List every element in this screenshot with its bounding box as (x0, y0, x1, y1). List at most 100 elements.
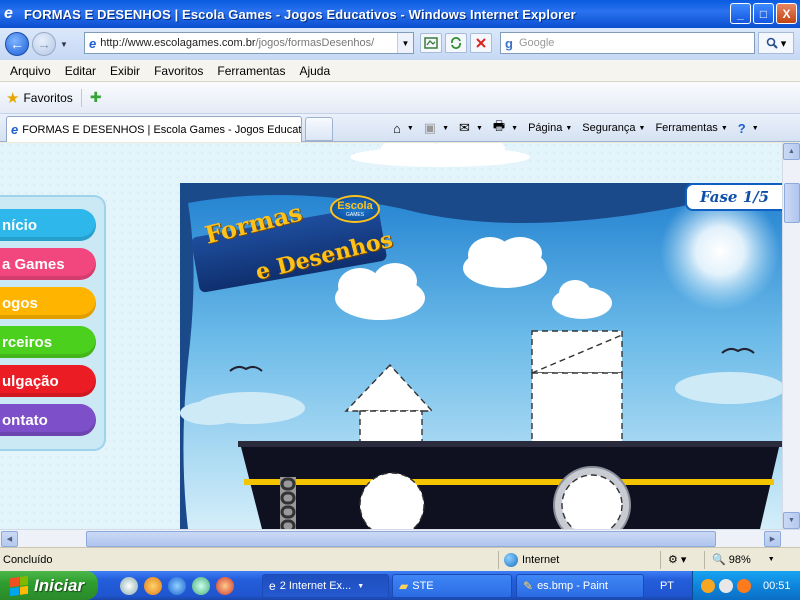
zoom-control[interactable]: 🔍 98% ▼ (712, 553, 775, 567)
tray-network-icon[interactable] (701, 578, 715, 593)
ie-logo-icon: e (4, 5, 13, 22)
status-bar: Concluído Internet ⚙ ▾ 🔍 98% ▼ (0, 547, 800, 571)
phase-indicator: Fase 1/5 (685, 183, 782, 211)
quicklaunch-firefox-icon[interactable] (216, 577, 234, 595)
side-menu-parceiros[interactable]: rceiros (0, 326, 96, 358)
shape-target-rectangle-top[interactable] (531, 330, 623, 374)
search-input[interactable]: g Google (500, 32, 755, 54)
favorites-separator (80, 88, 82, 107)
horizontal-scroll-thumb[interactable] (86, 531, 716, 547)
side-menu-jogos[interactable]: ogos (0, 287, 96, 319)
address-bar[interactable]: e http://www.escolagames.com.br/jogos/fo… (84, 32, 414, 54)
tab-ie-icon: e (11, 122, 19, 137)
help-button[interactable]: ? ▼ (733, 118, 764, 138)
anchor-chain (280, 477, 296, 529)
taskbar-paint[interactable]: ✎ es.bmp - Paint (516, 574, 644, 598)
folder-icon: ▰ (399, 579, 409, 593)
globe-icon (504, 552, 518, 567)
forward-button[interactable]: → (32, 32, 56, 56)
mail-button[interactable]: ✉ ▼ (454, 118, 488, 138)
menu-arquivo[interactable]: Arquivo (3, 64, 58, 78)
feeds-button[interactable]: ▣ ▼ (419, 118, 454, 138)
tray-volume-icon[interactable] (719, 578, 733, 593)
horizontal-scrollbar[interactable]: ◀ ▶ (0, 529, 800, 547)
rss-icon: ▣ (423, 120, 437, 135)
scroll-right-button[interactable]: ▶ (764, 531, 781, 547)
page-favicon-icon: e (89, 35, 97, 51)
side-menu-inicio[interactable]: nício (0, 209, 96, 241)
scroll-down-button[interactable]: ▼ (783, 512, 800, 529)
status-divider (704, 551, 705, 569)
menu-bar: Arquivo Editar Exibir Favoritos Ferramen… (0, 60, 800, 82)
refresh-icon[interactable] (445, 33, 467, 53)
zoom-icon: 🔍 (712, 554, 726, 566)
menu-ferramentas[interactable]: Ferramentas (210, 64, 292, 78)
side-menu: nício a Games ogos rceiros ulgação ontat… (0, 209, 96, 443)
menu-ajuda[interactable]: Ajuda (292, 64, 337, 78)
printer-icon: 🖶 (492, 118, 506, 133)
tab-row: e FORMAS E DESENHOS | Escola Games - Jog… (0, 114, 800, 142)
favorites-star-icon[interactable]: ★ (6, 89, 19, 107)
address-dropdown-icon[interactable]: ▼ (397, 33, 413, 53)
back-button[interactable]: ← (5, 32, 29, 56)
favorites-button[interactable]: Favoritos (23, 91, 72, 105)
minimize-button[interactable]: _ (730, 3, 751, 24)
close-button[interactable]: X (776, 3, 797, 24)
command-bar: ⌂ ▼ ▣ ▼ ✉ ▼ 🖶 ▼ Página ▼ Segurança ▼ Ferrament… (388, 118, 764, 138)
security-zone[interactable]: Internet (504, 552, 559, 567)
taskbar: Iniciar e2 Internet Ex... ▼ ▰ STE ✎ es.bmp … (0, 571, 800, 600)
scroll-left-button[interactable]: ◀ (1, 531, 18, 547)
quicklaunch-app-icon[interactable] (192, 577, 210, 595)
compatibility-view-icon[interactable] (420, 33, 442, 53)
start-button[interactable]: Iniciar (0, 571, 98, 600)
shape-target-rectangle[interactable] (531, 372, 623, 452)
side-menu-divulgacao[interactable]: ulgação (0, 365, 96, 397)
page-content: Formas e Desenhos Escola GAMES Fase 1/5 … (0, 143, 782, 529)
vertical-scroll-thumb[interactable] (784, 183, 800, 223)
quicklaunch-mail-icon[interactable] (144, 577, 162, 595)
paint-icon: ✎ (523, 579, 534, 593)
tab-formas-desenhos[interactable]: e FORMAS E DESENHOS | Escola Games - Jog… (6, 116, 302, 142)
side-menu-contato[interactable]: ontato (0, 404, 96, 436)
address-toolbar: ← → ▼ e http://www.escolagames.com.br/jo… (0, 28, 800, 60)
windows-flag-icon (10, 575, 28, 596)
protected-mode-icon[interactable]: ⚙ ▾ (668, 553, 686, 566)
taskbar-ste-folder[interactable]: ▰ STE (392, 574, 512, 598)
status-divider (498, 551, 499, 569)
game-scene (0, 143, 782, 529)
scroll-up-button[interactable]: ▲ (783, 143, 800, 160)
menu-editar[interactable]: Editar (58, 64, 103, 78)
white-cloud (463, 237, 547, 288)
game-logo: Formas e Desenhos Escola GAMES (190, 195, 395, 294)
taskbar-internet-explorer[interactable]: e2 Internet Ex... ▼ (262, 574, 389, 598)
menu-exibir[interactable]: Exibir (103, 64, 147, 78)
search-button[interactable]: ▾ (758, 32, 794, 54)
print-button[interactable]: 🖶 ▼ (488, 118, 523, 138)
page-menu[interactable]: Página ▼ (523, 118, 577, 138)
window-controls: _ □ X (730, 3, 797, 24)
help-icon: ? (737, 120, 746, 136)
security-menu[interactable]: Segurança ▼ (577, 118, 650, 138)
menu-favoritos[interactable]: Favoritos (147, 64, 210, 78)
address-url[interactable]: http://www.escolagames.com.br/jogos/form… (100, 37, 374, 49)
home-button[interactable]: ⌂ ▼ (388, 118, 419, 138)
clock[interactable]: 00:51 (763, 580, 791, 592)
quicklaunch-ie-icon[interactable] (168, 577, 186, 595)
side-menu-escola-games[interactable]: a Games (0, 248, 96, 280)
title-bar: e FORMAS E DESENHOS | Escola Games - Jog… (0, 0, 800, 28)
language-indicator[interactable]: PT (648, 574, 686, 598)
quicklaunch-media-icon[interactable] (120, 577, 138, 595)
status-divider (660, 551, 661, 569)
home-icon: ⌂ (393, 120, 401, 136)
maximize-button[interactable]: □ (753, 3, 774, 24)
escola-games-badge: Escola GAMES (330, 195, 380, 223)
vertical-scrollbar[interactable]: ▲ ▼ (782, 143, 800, 529)
tools-menu[interactable]: Ferramentas ▼ (650, 118, 732, 138)
tray-security-icon[interactable] (737, 578, 751, 593)
add-favorite-icon[interactable]: ✚ (90, 89, 102, 106)
stop-icon[interactable] (470, 33, 492, 53)
ship-hull (238, 441, 782, 529)
new-tab-button[interactable] (305, 117, 333, 141)
history-dropdown-icon[interactable]: ▼ (60, 40, 68, 49)
ie-taskbar-icon: e (269, 579, 276, 593)
